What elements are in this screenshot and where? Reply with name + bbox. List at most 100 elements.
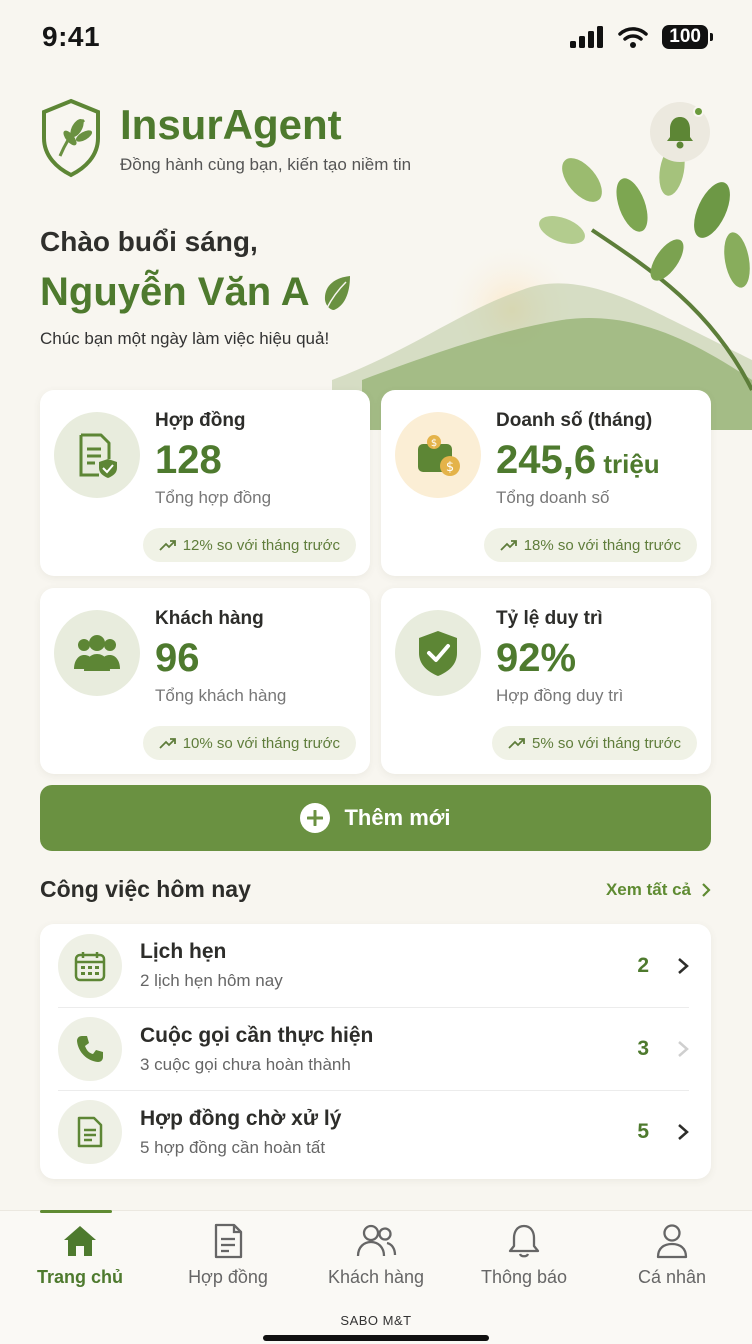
stat-trend-badge: 5% so với tháng trước (492, 726, 697, 760)
task-list: Lịch hẹn 2 lịch hẹn hôm nay 2 Cuộc gọi c… (40, 924, 711, 1179)
user-name-row: Nguyễn Văn A (40, 270, 352, 315)
task-icon-wrap (58, 933, 122, 998)
customers-icon (74, 635, 120, 671)
stat-icon-wrap: $ $ (395, 412, 481, 498)
chevron-right-icon (678, 1041, 689, 1057)
bell-icon (667, 117, 693, 149)
tab-label: Thông báo (480, 1267, 568, 1287)
notification-dot (693, 106, 704, 117)
stat-sub: Hợp đồng duy trì (496, 686, 624, 705)
calendar-icon (74, 951, 106, 981)
task-title: Lịch hẹn (140, 940, 227, 963)
task-title: Hợp đồng chờ xử lý (140, 1106, 342, 1130)
wallet-coin-icon: $ $ (418, 435, 460, 476)
wifi-icon (618, 27, 649, 48)
stat-sub: Tổng khách hàng (155, 686, 287, 705)
tab-customers[interactable]: Khách hàng (306, 1223, 446, 1288)
bell-icon (508, 1224, 540, 1258)
stat-trend-badge: 10% so với tháng trước (142, 726, 356, 760)
document-icon (77, 1116, 103, 1148)
status-bar: 9:41 100 (0, 0, 752, 74)
stat-value: 245,6 triệu (496, 438, 660, 482)
trend-up-icon (500, 540, 517, 551)
svg-text:$: $ (446, 460, 454, 475)
stat-card-contracts[interactable]: Hợp đồng 128 Tổng hợp đồng 12% so với th… (40, 390, 370, 576)
users-icon (356, 1224, 397, 1257)
section-title: Công việc hôm nay (40, 876, 251, 902)
home-icon (64, 1226, 96, 1256)
contract-shield-icon (79, 433, 117, 478)
tab-label: Hợp đồng (188, 1267, 268, 1287)
chevron-right-icon (678, 957, 689, 974)
phone-icon (77, 1036, 103, 1062)
app-header: InsurAgent Đồng hành cùng bạn, kiến tạo … (40, 98, 411, 178)
stat-value: 128 (155, 438, 222, 482)
tab-home[interactable]: Trang chủ (10, 1223, 150, 1288)
home-indicator[interactable] (263, 1335, 489, 1341)
signal-icon (570, 26, 604, 48)
stat-card-retention[interactable]: Tỷ lệ duy trì 92% Hợp đồng duy trì 5% so… (381, 588, 711, 774)
stat-icon-wrap (54, 412, 140, 498)
tab-notifications[interactable]: Thông báo (454, 1223, 594, 1288)
stat-sub: Tổng hợp đồng (155, 488, 272, 507)
trend-up-icon (508, 738, 525, 749)
plus-icon (300, 803, 331, 833)
status-icons: 100 (570, 25, 713, 49)
task-count: 2 (637, 953, 649, 977)
app-name: InsurAgent (120, 101, 342, 148)
task-icon-wrap (58, 1017, 122, 1081)
stat-trend-badge: 18% so với tháng trước (483, 528, 697, 562)
greeting-line: Chào buổi sáng, (40, 226, 258, 257)
logo-shield-icon (42, 98, 100, 178)
shield-check-icon (419, 631, 457, 676)
notifications-button[interactable] (650, 102, 710, 162)
stats-grid: Hợp đồng 128 Tổng hợp đồng 12% so với th… (40, 390, 711, 774)
person-icon (656, 1224, 688, 1259)
chevron-right-icon (702, 882, 711, 897)
trend-up-icon (159, 540, 176, 551)
leaf-icon (324, 275, 350, 310)
task-row-pending-contracts[interactable]: Hợp đồng chờ xử lý 5 hợp đồng cần hoàn t… (58, 1090, 689, 1173)
stat-sub: Tổng doanh số (496, 488, 610, 507)
stat-card-customers[interactable]: Khách hàng 96 Tổng khách hàng 10% so với… (40, 588, 370, 774)
greeting-sub: Chúc bạn một ngày làm việc hiệu quả! (40, 329, 330, 348)
tab-label: Trang chủ (36, 1267, 123, 1287)
footer-brand: SABO M&T (340, 1313, 412, 1328)
stat-value: 96 (155, 636, 200, 680)
task-row-appointments[interactable]: Lịch hẹn 2 lịch hẹn hôm nay 2 (58, 924, 689, 1007)
stat-icon-wrap (395, 610, 481, 696)
add-new-label: Thêm mới (344, 805, 451, 830)
stat-label: Doanh số (tháng) (496, 410, 653, 431)
chevron-right-icon (678, 1124, 689, 1140)
stat-icon-wrap (54, 610, 140, 696)
active-tab-indicator (40, 1210, 112, 1213)
status-time: 9:41 (42, 21, 101, 52)
task-sub: 3 cuộc gọi chưa hoàn thành (140, 1054, 351, 1074)
tab-label: Khách hàng (327, 1267, 425, 1287)
see-all-link[interactable]: Xem tất cả (606, 880, 711, 900)
task-title: Cuộc gọi cần thực hiện (140, 1023, 374, 1047)
task-icon-wrap (58, 1100, 122, 1164)
tab-contracts[interactable]: Hợp đồng (158, 1223, 298, 1288)
stat-value: 92% (496, 636, 577, 680)
add-new-button[interactable]: Thêm mới (40, 785, 711, 851)
tab-label: Cá nhân (637, 1267, 707, 1287)
user-name: Nguyễn Văn A (40, 270, 310, 314)
task-sub: 2 lịch hẹn hôm nay (140, 971, 283, 990)
task-row-calls[interactable]: Cuộc gọi cần thực hiện 3 cuộc gọi chưa h… (58, 1007, 689, 1090)
battery-indicator: 100 (662, 25, 713, 49)
stat-card-revenue[interactable]: $ $ Doanh số (tháng) 245,6 triệu Tổng do… (381, 390, 711, 576)
stat-label: Khách hàng (155, 608, 264, 629)
bottom-tab-bar: Trang chủ Hợp đồng Khách hàng Thông báo … (0, 1210, 752, 1344)
stat-label: Tỷ lệ duy trì (496, 608, 603, 629)
landscape-illustration (332, 150, 752, 430)
task-count: 5 (637, 1120, 649, 1143)
task-count: 3 (637, 1037, 649, 1060)
task-sub: 5 hợp đồng cần hoàn tất (140, 1137, 326, 1157)
stat-trend-badge: 12% so với tháng trước (142, 528, 356, 562)
tab-profile[interactable]: Cá nhân (602, 1223, 742, 1288)
today-section-header: Công việc hôm nay Xem tất cả (40, 876, 711, 903)
contract-icon (214, 1223, 243, 1259)
stat-label: Hợp đồng (155, 410, 246, 431)
greeting: Chào buổi sáng, Nguyễn Văn A Chúc bạn mộ… (40, 226, 352, 349)
